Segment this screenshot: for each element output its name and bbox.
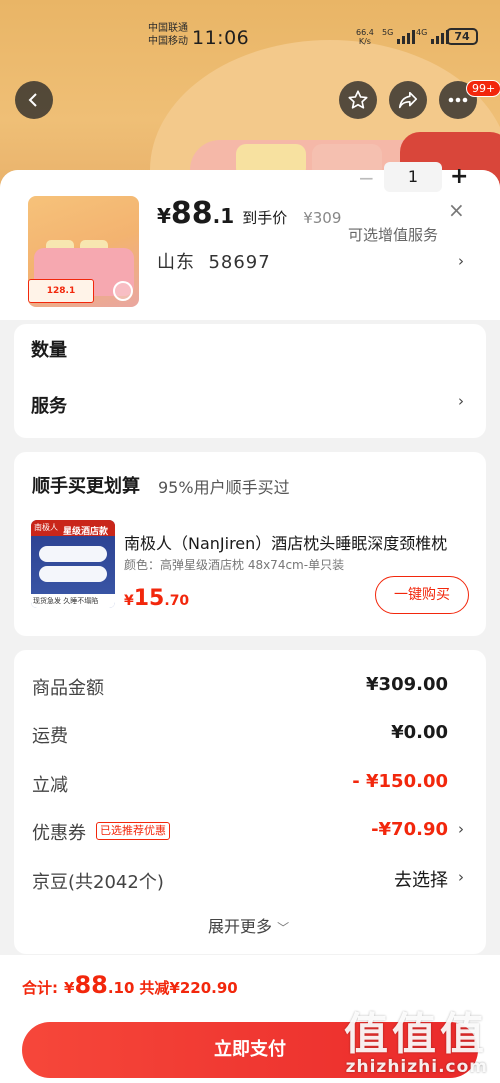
chevron-right-icon[interactable]: › — [458, 252, 464, 270]
bundle-price-integer: 15 — [133, 586, 165, 611]
address-code: 58697 — [208, 252, 271, 273]
thumbnail-price-tag: 128.1 — [28, 279, 94, 303]
summary-value-coupon[interactable]: -¥70.90 — [371, 819, 448, 840]
net-speed-unit: K/s — [358, 37, 371, 46]
address-region: 山东 — [157, 252, 195, 273]
total-integer: 88 — [74, 971, 108, 999]
qty-increase-button[interactable]: + — [450, 164, 468, 189]
product-header: 128.1 ¥ 88 .1 到手价 ¥309 × 山东 58697 › — [0, 170, 500, 320]
bundle-thumb-footer: 现货急发 久睡不塌陷 — [31, 594, 115, 608]
bundle-title: 顺手买更划算 — [32, 476, 140, 497]
watermark-logo: 值值值 — [344, 1009, 488, 1060]
summary-value-discount: - ¥150.00 — [352, 771, 448, 792]
more-icon — [448, 97, 468, 103]
one-click-buy-button[interactable]: 一键购买 — [375, 576, 469, 614]
share-button[interactable] — [389, 81, 427, 119]
total-decimal: .10 — [107, 979, 135, 997]
net-speed: 66.4 K/s — [356, 28, 374, 46]
summary-label-coupon: 优惠券 — [32, 823, 86, 844]
summary-value-jingdou[interactable]: 去选择 — [394, 866, 448, 892]
total-row: 合计: ¥ 88 .10 共减¥220.90 — [22, 971, 238, 999]
price-decimal: .1 — [212, 204, 235, 228]
carrier-info: 中国联通 中国移动 — [148, 22, 188, 48]
final-price-label: 到手价 — [242, 209, 288, 227]
chevron-right-icon[interactable]: › — [458, 868, 464, 886]
service-label: 服务 — [31, 396, 67, 417]
bundle-price: ¥15.70 — [124, 586, 189, 611]
summary-label-jingdou: 京豆(共2042个) — [32, 872, 164, 893]
close-icon[interactable]: × — [448, 198, 465, 222]
total-currency: ¥ — [64, 979, 75, 997]
service-hint[interactable]: 可选增值服务 — [348, 224, 438, 245]
watermark-site: zhizhizhi.com — [345, 1057, 488, 1077]
summary-value-goods: ¥309.00 — [366, 674, 448, 695]
bundle-thumb-label: 星级酒店款 — [63, 527, 109, 537]
coupon-tag: 已选推荐优惠 — [96, 822, 170, 840]
net-speed-value: 66.4 — [356, 28, 374, 37]
status-bar: 中国联通 中国移动 11:06 66.4 K/s 5G 4G 74 — [0, 0, 500, 60]
bundle-price-decimal: .70 — [164, 593, 190, 609]
chevron-down-icon: ﹀ — [277, 921, 290, 935]
quantity-stepper[interactable]: 1 — [384, 162, 442, 192]
quantity-label: 数量 — [31, 340, 67, 361]
bundle-price-currency: ¥ — [124, 593, 134, 609]
qty-decrease-button[interactable]: − — [358, 166, 375, 190]
favorite-button[interactable] — [339, 81, 377, 119]
carrier-2: 中国移动 — [148, 36, 188, 47]
bundle-product-thumbnail[interactable]: 南极人 星级酒店款 现货急发 久睡不塌陷 — [31, 520, 115, 608]
delivery-address[interactable]: 山东 58697 — [157, 248, 271, 274]
chevron-right-icon[interactable]: › — [458, 392, 464, 410]
options-card — [14, 324, 486, 438]
signal-4g-label: 4G — [416, 28, 428, 37]
signal-5g-label: 5G — [382, 28, 394, 37]
expand-more-label: 展开更多 — [208, 917, 273, 936]
bundle-product-name[interactable]: 南极人（NanJiren）酒店枕头睡眠深度颈椎枕 — [124, 530, 474, 554]
total-saved: 共减¥220.90 — [139, 979, 238, 997]
carrier-1: 中国联通 — [148, 23, 188, 34]
notification-badge: 99+ — [466, 80, 500, 97]
battery-icon: 74 — [446, 28, 478, 45]
summary-label-discount: 立减 — [32, 775, 68, 796]
product-thumbnail[interactable]: 128.1 — [28, 196, 139, 307]
summary-value-shipping: ¥0.00 — [391, 722, 448, 743]
watermark: 值值值 zhizhizhi.com — [344, 1009, 488, 1078]
expand-more-button[interactable]: 展开更多 ﹀ — [208, 913, 289, 937]
bundle-subtitle: 95%用户顺手买过 — [158, 478, 290, 497]
summary-label-shipping: 运费 — [32, 726, 68, 747]
price-currency: ¥ — [157, 204, 171, 228]
bundle-product-spec: 颜色：高弹星级酒店枕 48x74cm-单只装 — [124, 558, 345, 572]
price-integer: 88 — [170, 196, 213, 231]
chevron-left-icon — [28, 93, 37, 107]
signal-4g-icon: 4G — [416, 28, 450, 44]
signal-5g-icon: 5G — [382, 28, 416, 44]
star-icon — [348, 90, 368, 109]
share-icon — [398, 91, 418, 109]
chevron-right-icon[interactable]: › — [458, 820, 464, 838]
back-button[interactable] — [15, 81, 53, 119]
price-row: ¥ 88 .1 到手价 ¥309 — [157, 196, 341, 231]
total-label: 合计: — [22, 979, 58, 997]
original-price: ¥309 — [303, 209, 342, 227]
clock: 11:06 — [192, 27, 250, 49]
summary-label-goods: 商品金额 — [32, 678, 104, 699]
